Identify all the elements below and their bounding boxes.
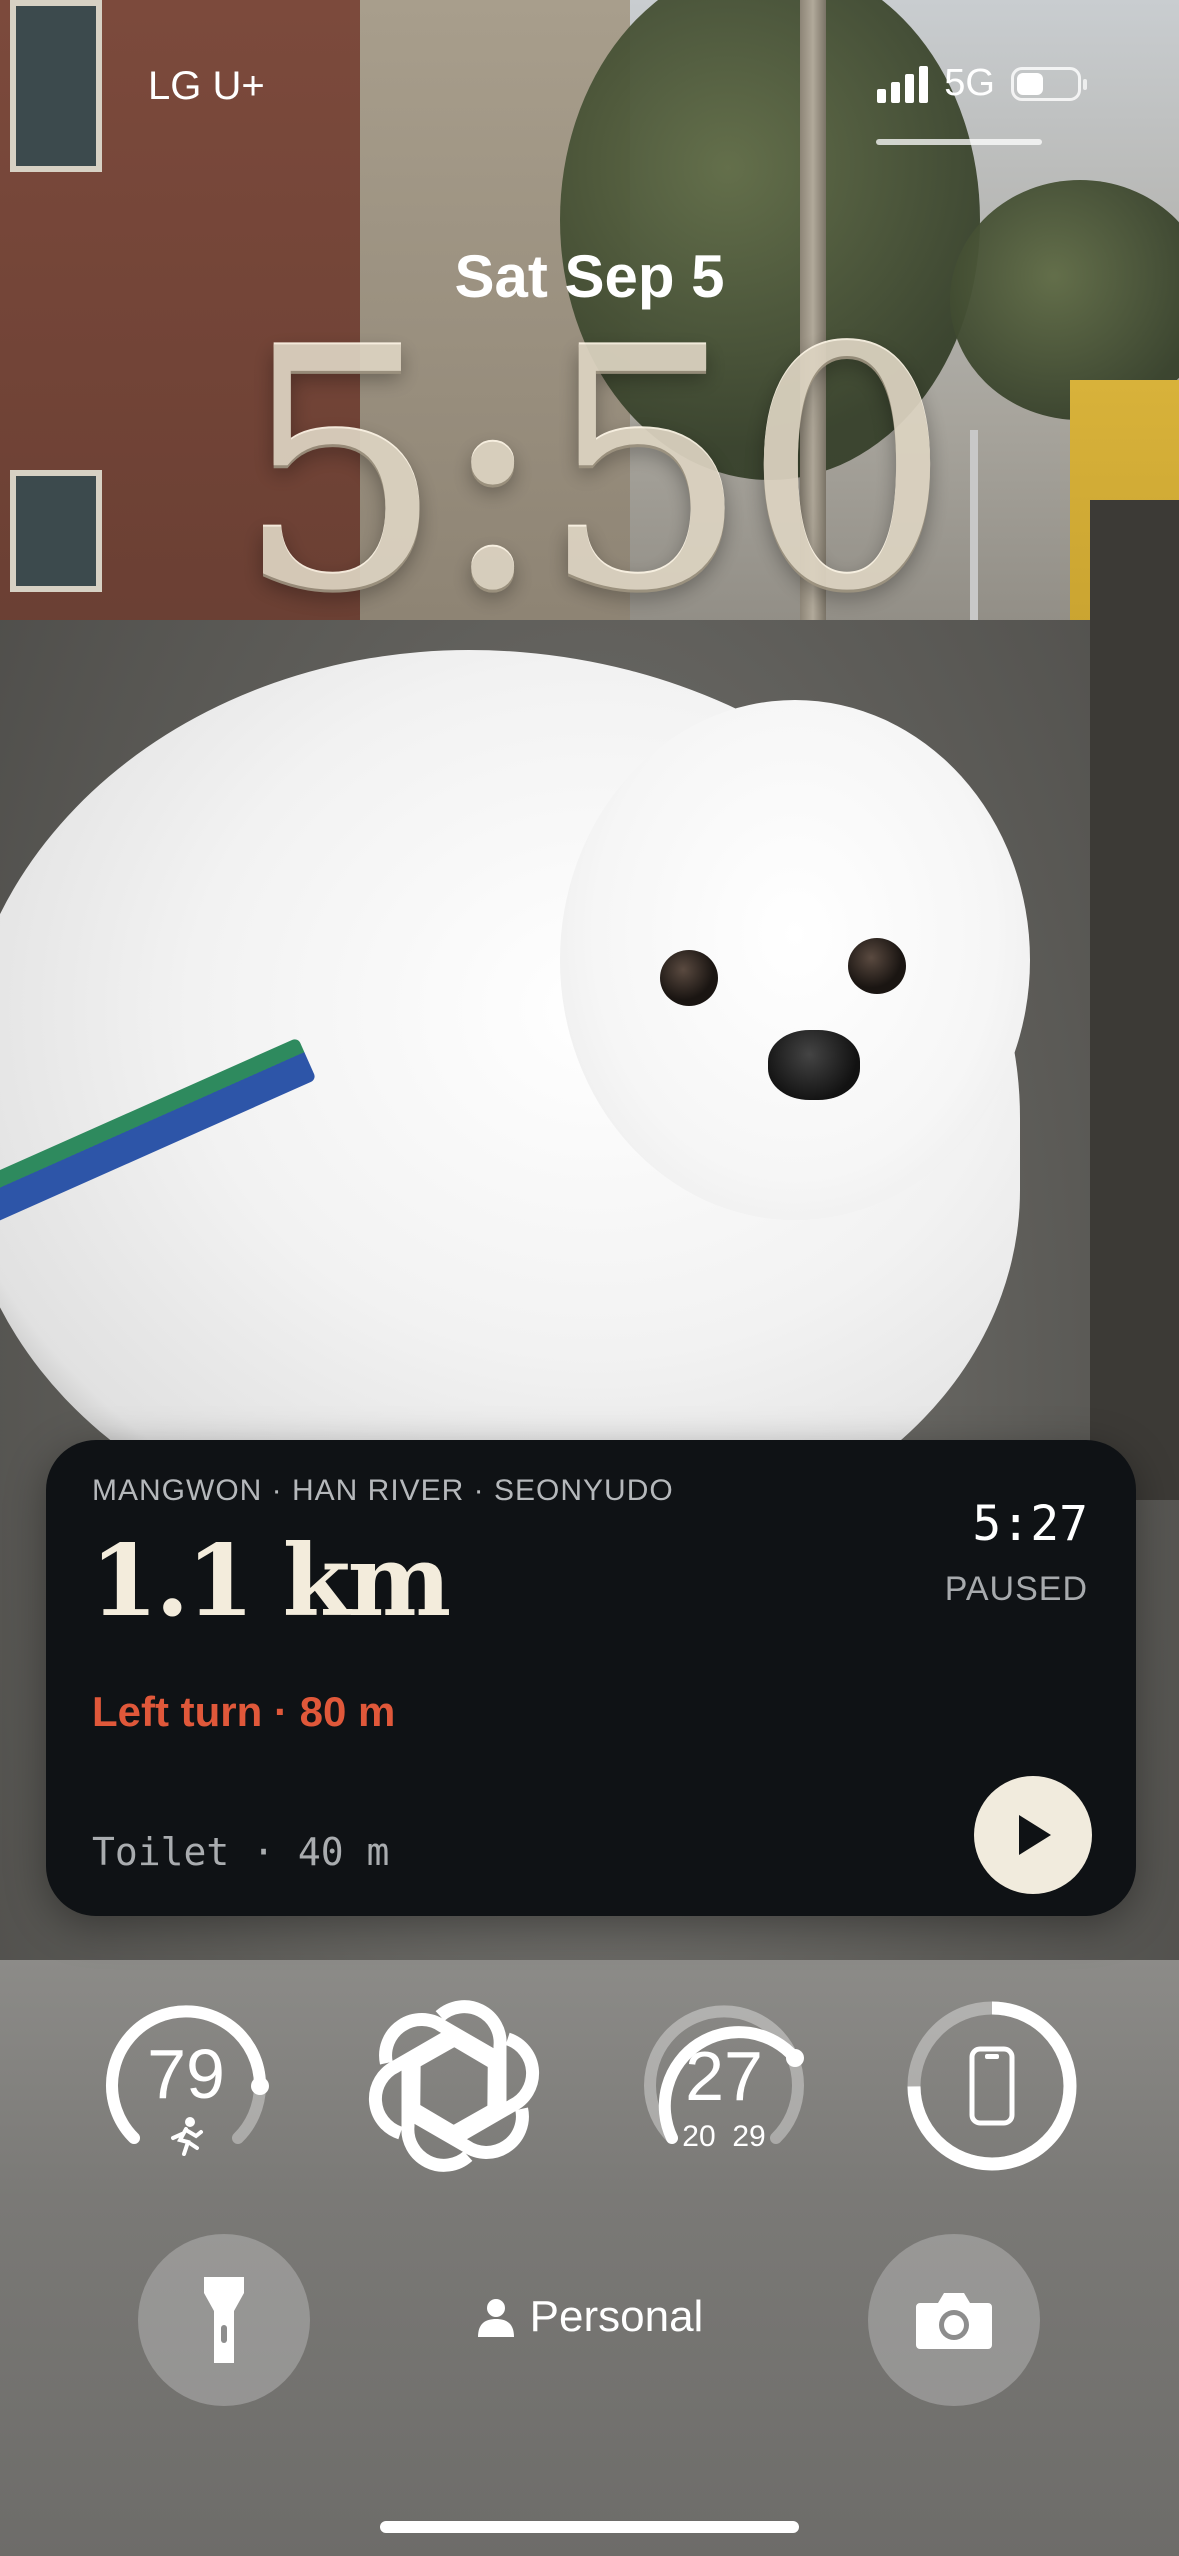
person-icon [477, 2299, 514, 2337]
camera-button[interactable] [868, 2234, 1040, 2406]
next-turn: Left turn · 80 m [92, 1688, 396, 1735]
camera-icon [916, 2293, 992, 2349]
current-temperature: 27 [685, 2037, 763, 2115]
weather-widget[interactable]: 27 20 29 [634, 1996, 814, 2176]
focus-label: Personal [529, 2292, 704, 2341]
resume-button[interactable] [974, 1776, 1092, 1894]
temperature-low: 20 [682, 2120, 716, 2153]
lock-clock: 5:50 [234, 279, 952, 663]
route-name: MANGWON · HAN RIVER · SEONYUDO [92, 1474, 674, 1507]
play-icon [1019, 1815, 1051, 1855]
control-center-grabber[interactable] [876, 139, 1042, 145]
wallpaper-dog-nose [768, 1030, 860, 1100]
wallpaper-dog-head [560, 700, 1030, 1220]
running-person-icon [171, 2117, 203, 2156]
signal-icon [877, 65, 929, 103]
nearby-poi: Toilet · 40 m [92, 1830, 390, 1874]
battery-icon [1011, 66, 1087, 101]
temperature-range: 20 29 [634, 2120, 814, 2154]
elapsed-time: 5:27 [972, 1496, 1088, 1552]
status-indicators: 5G [877, 62, 1087, 105]
wallpaper-wall [1090, 500, 1179, 1500]
network-type: 5G [944, 62, 995, 104]
home-indicator[interactable] [380, 2521, 799, 2533]
activity-value: 79 [147, 2035, 225, 2113]
distance-value: 1.1 km [90, 1524, 451, 1639]
chatgpt-widget[interactable] [364, 1996, 544, 2176]
wallpaper-window [10, 0, 102, 172]
wallpaper-dog-eye [848, 938, 906, 994]
chatgpt-logo-icon [368, 2000, 540, 2172]
navigation-live-activity[interactable]: MANGWON · HAN RIVER · SEONYUDO 1.1 km 5:… [46, 1440, 1136, 1916]
phone-icon [969, 2046, 1015, 2126]
temperature-high: 29 [732, 2120, 766, 2153]
activity-status: PAUSED [944, 1570, 1088, 1608]
carrier-name: LG U+ [148, 64, 265, 108]
activity-widget[interactable]: 79 [96, 1996, 276, 2176]
battery-widget[interactable] [902, 1996, 1082, 2176]
wallpaper-dog-eye [660, 950, 718, 1006]
